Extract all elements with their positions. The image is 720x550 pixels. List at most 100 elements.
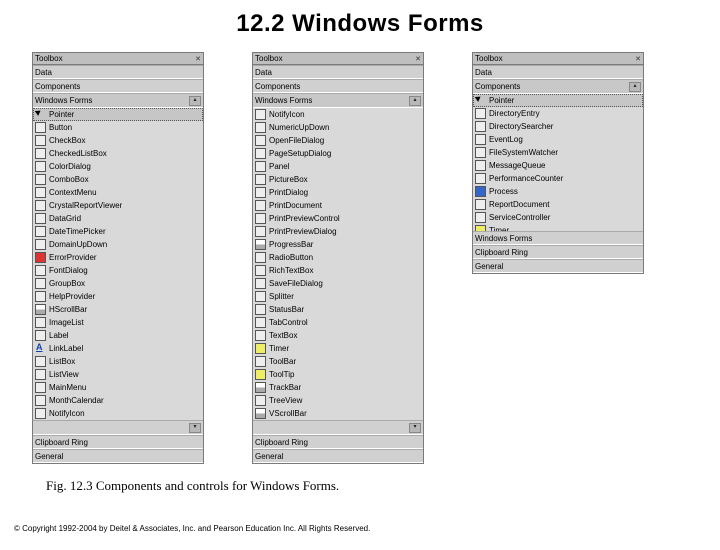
control-icon bbox=[255, 343, 266, 354]
list-item[interactable]: TabControl bbox=[253, 316, 423, 329]
scroll-down-icon[interactable]: ▾ bbox=[189, 423, 201, 433]
list-item[interactable]: MainMenu bbox=[33, 381, 203, 394]
section-data[interactable]: Data bbox=[253, 65, 423, 79]
list-item[interactable]: CheckBox bbox=[33, 134, 203, 147]
close-icon[interactable]: ✕ bbox=[415, 55, 421, 63]
list-item[interactable]: RichTextBox bbox=[253, 264, 423, 277]
list-item[interactable]: ContextMenu bbox=[33, 186, 203, 199]
list-item[interactable]: VScrollBar bbox=[253, 407, 423, 420]
list-item-label: PictureBox bbox=[269, 175, 308, 185]
list-item[interactable]: ServiceController bbox=[473, 211, 643, 224]
list-item[interactable]: ColorDialog bbox=[33, 160, 203, 173]
list-item-label: NumericUpDown bbox=[269, 123, 329, 133]
list-item[interactable]: RadioButton bbox=[253, 251, 423, 264]
list-item[interactable]: DomainUpDown bbox=[33, 238, 203, 251]
list-item[interactable]: OpenFileDialog bbox=[253, 134, 423, 147]
list-item[interactable]: Timer bbox=[473, 224, 643, 231]
list-item[interactable]: TrackBar bbox=[253, 381, 423, 394]
list-item[interactable]: ListView bbox=[33, 368, 203, 381]
list-item[interactable]: EventLog bbox=[473, 133, 643, 146]
control-icon bbox=[475, 160, 486, 171]
section-general[interactable]: General bbox=[253, 449, 423, 463]
list-item[interactable]: NotifyIcon bbox=[253, 108, 423, 121]
section-winforms[interactable]: Windows Forms ▴ bbox=[253, 93, 423, 108]
list-item[interactable]: ToolTip bbox=[253, 368, 423, 381]
list-item[interactable]: PrintPreviewDialog bbox=[253, 225, 423, 238]
control-icon bbox=[255, 226, 266, 237]
list-item[interactable]: ToolBar bbox=[253, 355, 423, 368]
list-item[interactable]: MessageQueue bbox=[473, 159, 643, 172]
section-components[interactable]: Components ▴ bbox=[473, 79, 643, 94]
list-item[interactable]: ErrorProvider bbox=[33, 251, 203, 264]
list-item[interactable]: DirectoryEntry bbox=[473, 107, 643, 120]
section-components[interactable]: Components bbox=[253, 79, 423, 93]
list-item[interactable]: TreeView bbox=[253, 394, 423, 407]
list-item[interactable]: ReportDocument bbox=[473, 198, 643, 211]
list-item[interactable]: StatusBar bbox=[253, 303, 423, 316]
list-item-pointer[interactable]: Pointer bbox=[33, 108, 203, 121]
control-icon bbox=[35, 343, 46, 354]
list-item[interactable]: HelpProvider bbox=[33, 290, 203, 303]
list-item[interactable]: FontDialog bbox=[33, 264, 203, 277]
list-item[interactable]: PrintDialog bbox=[253, 186, 423, 199]
scroll-up-icon[interactable]: ▴ bbox=[189, 96, 201, 106]
list-item-label: TabControl bbox=[269, 318, 308, 328]
list-item[interactable]: PictureBox bbox=[253, 173, 423, 186]
list-item[interactable]: ProgressBar bbox=[253, 238, 423, 251]
list-item[interactable]: HScrollBar bbox=[33, 303, 203, 316]
section-clipboard[interactable]: Clipboard Ring bbox=[33, 435, 203, 449]
section-general[interactable]: General bbox=[33, 449, 203, 463]
list-item[interactable]: SaveFileDialog bbox=[253, 277, 423, 290]
list-item[interactable]: DateTimePicker bbox=[33, 225, 203, 238]
scroll-up-icon[interactable]: ▴ bbox=[629, 82, 641, 92]
control-icon bbox=[35, 213, 46, 224]
list-item-label: ContextMenu bbox=[49, 188, 97, 198]
list-item[interactable]: DirectorySearcher bbox=[473, 120, 643, 133]
list-item[interactable]: FileSystemWatcher bbox=[473, 146, 643, 159]
section-data[interactable]: Data bbox=[473, 65, 643, 79]
list-item[interactable]: ComboBox bbox=[33, 173, 203, 186]
list-item-pointer[interactable]: Pointer bbox=[473, 94, 643, 107]
scroll-down-bar[interactable]: ▾ bbox=[33, 420, 203, 435]
list-item[interactable]: CheckedListBox bbox=[33, 147, 203, 160]
list-item[interactable]: MonthCalendar bbox=[33, 394, 203, 407]
list-item-label: NotifyIcon bbox=[269, 110, 305, 120]
section-winforms[interactable]: Windows Forms ▴ bbox=[33, 93, 203, 108]
list-item[interactable]: NumericUpDown bbox=[253, 121, 423, 134]
close-icon[interactable]: ✕ bbox=[195, 55, 201, 63]
section-winforms[interactable]: Windows Forms bbox=[473, 231, 643, 245]
scroll-up-icon[interactable]: ▴ bbox=[409, 96, 421, 106]
control-icon bbox=[475, 186, 486, 197]
section-components[interactable]: Components bbox=[33, 79, 203, 93]
section-data[interactable]: Data bbox=[33, 65, 203, 79]
list-item[interactable]: ImageList bbox=[33, 316, 203, 329]
scroll-down-bar[interactable]: ▾ bbox=[253, 420, 423, 435]
list-item[interactable]: PerformanceCounter bbox=[473, 172, 643, 185]
section-general[interactable]: General bbox=[473, 259, 643, 273]
list-item[interactable]: PrintDocument bbox=[253, 199, 423, 212]
list-item[interactable]: GroupBox bbox=[33, 277, 203, 290]
list-item[interactable]: NotifyIcon bbox=[33, 407, 203, 420]
section-clipboard[interactable]: Clipboard Ring bbox=[473, 245, 643, 259]
list-item[interactable]: CrystalReportViewer bbox=[33, 199, 203, 212]
list-item[interactable]: ListBox bbox=[33, 355, 203, 368]
list-item-label: MessageQueue bbox=[489, 161, 545, 171]
list-item[interactable]: PageSetupDialog bbox=[253, 147, 423, 160]
scroll-down-icon[interactable]: ▾ bbox=[409, 423, 421, 433]
list-item[interactable]: PrintPreviewControl bbox=[253, 212, 423, 225]
list-item[interactable]: Label bbox=[33, 329, 203, 342]
list-item-label: PrintDialog bbox=[269, 188, 308, 198]
list-item[interactable]: Process bbox=[473, 185, 643, 198]
list-item[interactable]: Panel bbox=[253, 160, 423, 173]
list-item[interactable]: LinkLabel bbox=[33, 342, 203, 355]
list-item-label: PrintPreviewDialog bbox=[269, 227, 337, 237]
control-icon bbox=[35, 226, 46, 237]
list-item[interactable]: TextBox bbox=[253, 329, 423, 342]
list-item[interactable]: Button bbox=[33, 121, 203, 134]
list-item[interactable]: DataGrid bbox=[33, 212, 203, 225]
close-icon[interactable]: ✕ bbox=[635, 55, 641, 63]
section-clipboard[interactable]: Clipboard Ring bbox=[253, 435, 423, 449]
list-item[interactable]: Timer bbox=[253, 342, 423, 355]
list-item-label: DirectorySearcher bbox=[489, 122, 553, 132]
list-item[interactable]: Splitter bbox=[253, 290, 423, 303]
